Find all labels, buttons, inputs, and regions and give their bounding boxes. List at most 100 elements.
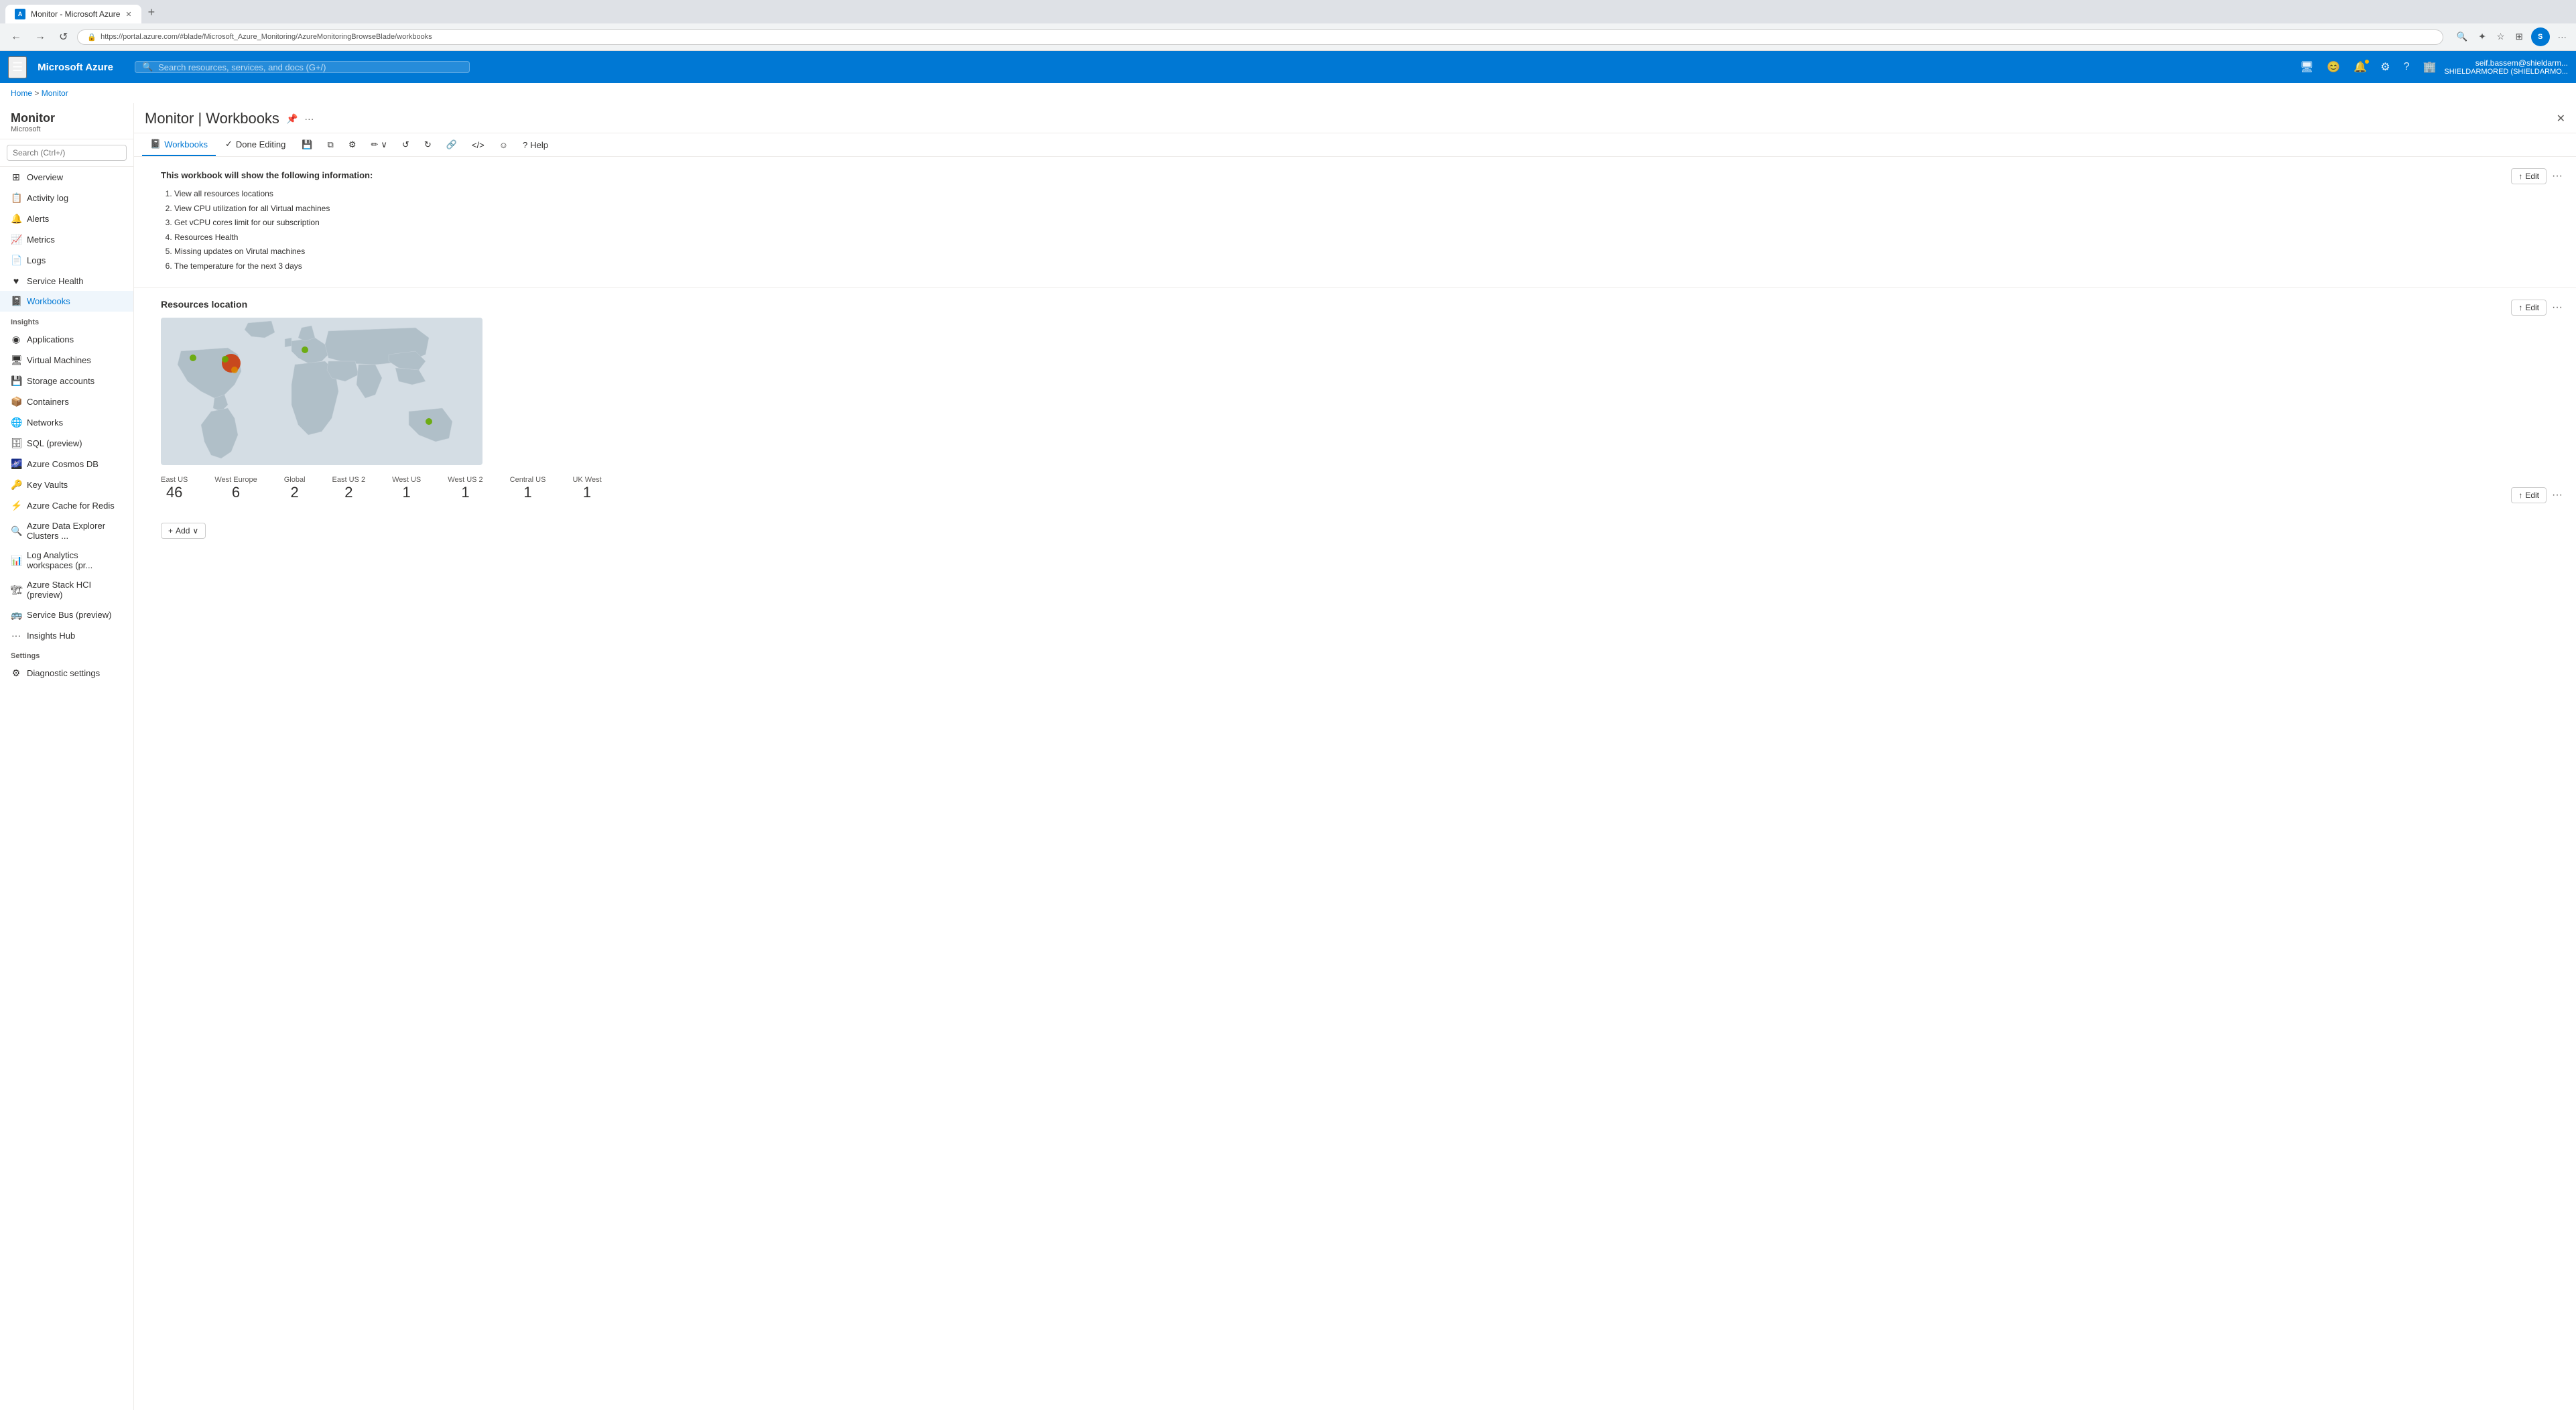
insights-hub-icon: ··· — [11, 630, 21, 641]
azure-search-input[interactable] — [158, 62, 462, 72]
add-button[interactable]: + Add ∨ — [161, 523, 206, 539]
list-item: Missing updates on Virutal machines — [174, 245, 2549, 259]
help-btn[interactable]: ? Help — [516, 136, 555, 154]
sidebar-item-azure-cache[interactable]: ⚡ Azure Cache for Redis — [0, 495, 133, 516]
reload-button[interactable]: ↺ — [55, 29, 72, 45]
favorites-btn[interactable]: ☆ — [2494, 27, 2508, 46]
sidebar-item-applications[interactable]: ◉ Applications — [0, 329, 133, 350]
map-edit-btn[interactable]: ↑ Edit — [2511, 300, 2547, 316]
new-tab-button[interactable]: + — [144, 4, 159, 21]
edit-toolbar-btn[interactable]: ✏ ∨ — [364, 135, 393, 154]
settings-toolbar-btn[interactable]: ⚙ — [342, 135, 363, 154]
workbook-toolbar: 📓 Workbooks ✓ Done Editing 💾 ⧉ ⚙ ✏ ∨ ↺ — [134, 133, 2576, 157]
sidebar-item-key-vaults[interactable]: 🔑 Key Vaults — [0, 474, 133, 495]
user-org: SHIELDARMORED (SHIELDARMO... — [2444, 68, 2568, 76]
list-item: View all resources locations — [174, 187, 2549, 202]
networks-icon: 🌐 — [11, 417, 21, 428]
code-btn[interactable]: </> — [465, 136, 491, 154]
sidebar-item-overview[interactable]: ⊞ Overview — [0, 167, 133, 188]
browser-tab[interactable]: A Monitor - Microsoft Azure ✕ — [5, 5, 141, 23]
sidebar-item-metrics[interactable]: 📈 Metrics — [0, 229, 133, 250]
sidebar-subtitle: Microsoft — [11, 125, 123, 133]
settings-btn[interactable]: ⚙ — [2375, 56, 2395, 78]
reading-mode-btn[interactable]: ✦ — [2475, 27, 2488, 46]
collections-btn[interactable]: ⊞ — [2513, 27, 2526, 46]
save-btn[interactable]: 💾 — [295, 135, 319, 154]
map-bottom-edit-btn[interactable]: ↑ Edit — [2511, 487, 2547, 503]
lock-icon: 🔒 — [87, 33, 96, 42]
sidebar-item-service-health[interactable]: ♥ Service Health — [0, 271, 133, 291]
world-map-container — [161, 318, 482, 465]
overview-icon: ⊞ — [11, 172, 21, 183]
edit-btn-label: Edit — [2525, 172, 2539, 181]
notifications-area: 🔔 — [2348, 56, 2372, 78]
hamburger-menu[interactable]: ☰ — [8, 56, 27, 78]
help-btn[interactable]: ? — [2398, 57, 2415, 77]
workbooks-tab-icon: 📓 — [150, 139, 161, 149]
azure-logo: Microsoft Azure — [38, 62, 113, 73]
browser-chrome: A Monitor - Microsoft Azure ✕ + — [0, 0, 2576, 23]
info-more-btn[interactable]: ··· — [2549, 168, 2565, 185]
sidebar-item-insights-hub[interactable]: ··· Insights Hub — [0, 625, 133, 645]
tab-done-editing[interactable]: ✓ Done Editing — [217, 133, 294, 156]
sidebar-item-azure-stack-hci[interactable]: 🏗 Azure Stack HCI (preview) — [0, 575, 133, 604]
sidebar-item-logs[interactable]: 📄 Logs — [0, 250, 133, 271]
forward-button[interactable]: → — [31, 29, 50, 44]
sidebar-item-cosmos-db[interactable]: 🌌 Azure Cosmos DB — [0, 454, 133, 474]
list-item: Get vCPU cores limit for our subscriptio… — [174, 216, 2549, 231]
azure-topbar: ☰ Microsoft Azure 🔍 🖥 😊 🔔 ⚙ ? 🏢 seif.bas… — [0, 51, 2576, 83]
feedback-btn[interactable]: 😊 — [2321, 56, 2345, 78]
location-count: 46 — [161, 484, 188, 501]
tab-title: Monitor - Microsoft Azure — [31, 9, 120, 19]
sidebar-item-azure-data-explorer[interactable]: 🔍 Azure Data Explorer Clusters ... — [0, 516, 133, 546]
more-options-icon[interactable]: ··· — [304, 113, 314, 124]
browser-avatar[interactable]: S — [2531, 27, 2550, 46]
sidebar-item-log-analytics[interactable]: 📊 Log Analytics workspaces (pr... — [0, 546, 133, 575]
map-bottom-more-btn[interactable]: ··· — [2549, 487, 2565, 504]
browser-menu-btn[interactable]: ··· — [2555, 27, 2569, 46]
sidebar-item-virtual-machines[interactable]: 🖥 Virtual Machines — [0, 350, 133, 371]
address-bar[interactable]: 🔒 https://portal.azure.com/#blade/Micros… — [77, 29, 2443, 45]
sidebar-item-storage-accounts[interactable]: 💾 Storage accounts — [0, 371, 133, 391]
map-more-btn[interactable]: ··· — [2549, 299, 2565, 316]
map-section: ↑ Edit ··· Resources location — [134, 288, 2576, 515]
location-stats: East US 46 West Europe 6 Global 2 East U… — [161, 476, 2549, 501]
user-info[interactable]: seif.bassem@shieldarm... SHIELDARMORED (… — [2444, 58, 2568, 76]
add-plus-icon: + — [168, 526, 173, 535]
page-close-btn[interactable]: ✕ — [2557, 112, 2565, 125]
list-item: View CPU utilization for all Virtual mac… — [174, 202, 2549, 216]
search-browser-btn[interactable]: 🔍 — [2454, 27, 2471, 46]
sidebar-item-alerts[interactable]: 🔔 Alerts — [0, 208, 133, 229]
sidebar-item-label: Diagnostic settings — [27, 668, 100, 678]
breadcrumb-monitor[interactable]: Monitor — [42, 88, 68, 98]
duplicate-btn[interactable]: ⧉ — [321, 135, 340, 154]
sidebar-item-diagnostic-settings[interactable]: ⚙ Diagnostic settings — [0, 663, 133, 684]
breadcrumb-home[interactable]: Home — [11, 88, 32, 98]
tab-workbooks[interactable]: 📓 Workbooks — [142, 133, 216, 156]
sidebar-search-input[interactable] — [7, 145, 127, 161]
azure-search-box[interactable]: 🔍 — [135, 61, 470, 73]
cloud-shell-btn[interactable]: 🖥 — [2295, 56, 2319, 78]
directory-btn[interactable]: 🏢 — [2417, 56, 2441, 78]
sidebar-item-networks[interactable]: 🌐 Networks — [0, 412, 133, 433]
share-btn[interactable]: 🔗 — [440, 135, 464, 154]
done-editing-icon: ✓ — [225, 139, 233, 149]
sidebar-item-service-bus[interactable]: 🚌 Service Bus (preview) — [0, 604, 133, 625]
info-edit-btn[interactable]: ↑ Edit — [2511, 168, 2547, 184]
back-button[interactable]: ← — [7, 29, 25, 44]
pin-icon[interactable]: 📌 — [286, 113, 298, 125]
auto-refresh-btn[interactable]: ↻ — [417, 135, 438, 154]
logs-icon: 📄 — [11, 255, 21, 266]
sidebar-item-label: Insights Hub — [27, 631, 75, 641]
settings-section-label: Settings — [0, 645, 133, 663]
search-icon: 🔍 — [142, 62, 153, 72]
sidebar-item-activity-log[interactable]: 📋 Activity log — [0, 188, 133, 208]
tab-close-btn[interactable]: ✕ — [125, 10, 131, 19]
sidebar-item-sql-preview[interactable]: 🗄 SQL (preview) — [0, 433, 133, 454]
sidebar-item-workbooks[interactable]: 📓 Workbooks — [0, 291, 133, 312]
emoji-btn[interactable]: ☺ — [493, 136, 515, 154]
sidebar-item-containers[interactable]: 📦 Containers — [0, 391, 133, 412]
sidebar-item-label: Azure Cache for Redis — [27, 501, 115, 511]
alerts-icon: 🔔 — [11, 213, 21, 225]
refresh-btn[interactable]: ↺ — [395, 135, 416, 154]
